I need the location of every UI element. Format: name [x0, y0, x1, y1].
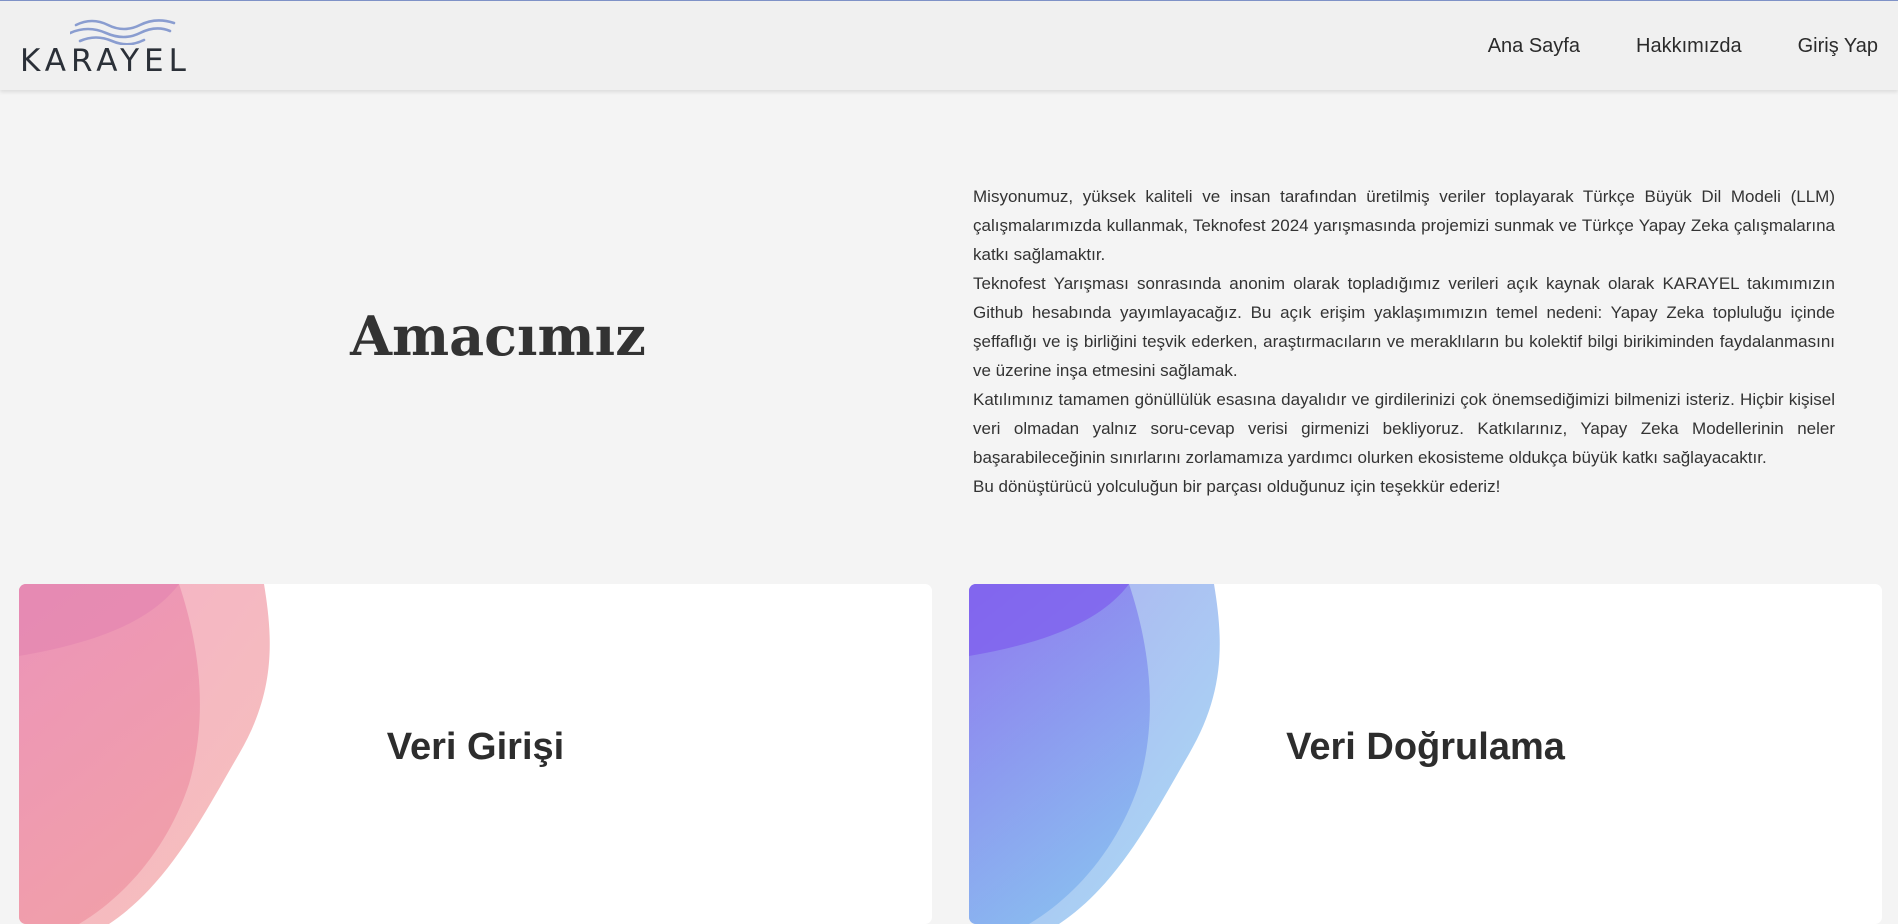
mission-paragraph: Misyonumuz, yüksek kaliteli ve insan tar… [973, 187, 1835, 264]
nav-link-about[interactable]: Hakkımızda [1636, 31, 1742, 61]
data-entry-card-title: Veri Girişi [386, 726, 565, 768]
data-validation-card-title: Veri Doğrulama [1286, 726, 1565, 768]
top-navbar: KARAYEL Ana Sayfa Hakkımızda Giriş Yap [0, 0, 1898, 90]
nav-link-login[interactable]: Giriş Yap [1798, 31, 1878, 61]
nav-link-home[interactable]: Ana Sayfa [1488, 31, 1580, 61]
main-nav: Ana Sayfa Hakkımızda Giriş Yap [1488, 31, 1878, 61]
mission-paragraph: Teknofest Yarışması sonrasında anonim ol… [973, 274, 1835, 380]
mission-paragraph: Bu dönüştürücü yolculuğun bir parçası ol… [973, 477, 1501, 496]
wave-logo-icon [70, 19, 176, 45]
mission-paragraph: Katılımınız tamamen gönüllülük esasına d… [973, 390, 1835, 467]
page-title: Amacımız [350, 304, 646, 368]
data-validation-card[interactable]: Veri Doğrulama [969, 584, 1882, 924]
karayel-logo[interactable]: KARAYEL [20, 17, 204, 81]
mission-text: Misyonumuz, yüksek kaliteli ve insan tar… [973, 182, 1835, 501]
logo-wordmark: KARAYEL [20, 43, 191, 79]
data-entry-card[interactable]: Veri Girişi [19, 584, 932, 924]
